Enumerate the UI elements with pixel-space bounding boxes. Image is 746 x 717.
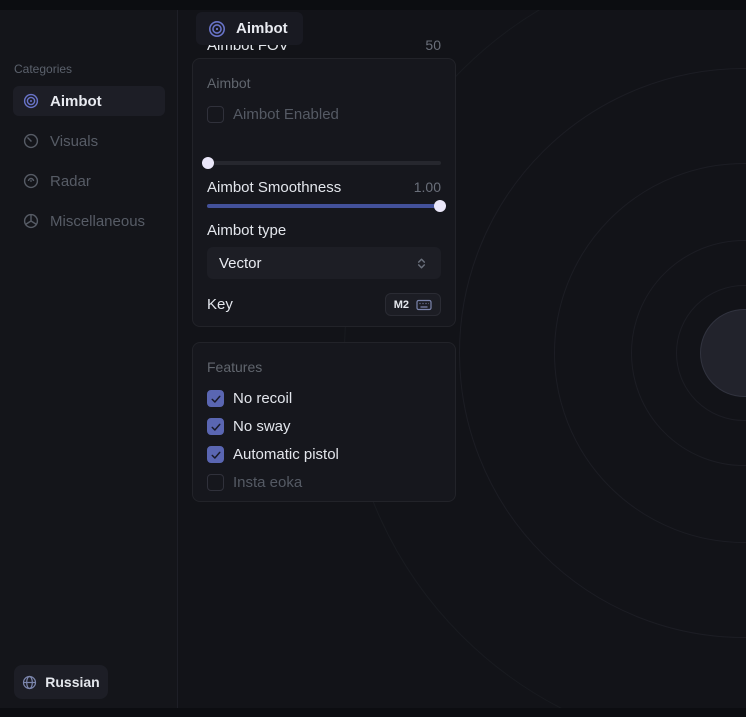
slider-thumb[interactable] (202, 157, 214, 169)
aimbot-smoothness-slider[interactable] (207, 200, 441, 212)
sidebar-item-visuals[interactable]: Visuals (13, 126, 165, 156)
insta-eoka-label: Insta eoka (233, 474, 302, 491)
aimbot-enabled-label: Aimbot Enabled (233, 106, 339, 123)
slider-thumb[interactable] (434, 200, 446, 212)
chevron-up-down-icon (414, 256, 429, 271)
keybind-button[interactable]: M2 (385, 293, 441, 316)
automatic-pistol-checkbox[interactable] (207, 446, 224, 463)
no-recoil-label: No recoil (233, 390, 292, 407)
page-title: Aimbot (236, 20, 288, 37)
feature-row-insta-eoka: Insta eoka (207, 474, 441, 491)
page-title-chip: Aimbot (196, 12, 303, 45)
globe-icon (22, 675, 37, 690)
keyboard-icon (416, 297, 432, 313)
slider-track (207, 161, 441, 165)
category-nav: Aimbot Visuals Radar Miscellaneous (13, 86, 165, 246)
sidebar-item-miscellaneous[interactable]: Miscellaneous (13, 206, 165, 236)
language-label: Russian (45, 674, 99, 690)
feature-row-automatic-pistol: Automatic pistol (207, 446, 441, 463)
no-sway-checkbox[interactable] (207, 418, 224, 435)
radar-icon (23, 173, 39, 189)
aimbot-type-label: Aimbot type (207, 222, 286, 239)
aimbot-panel-title: Aimbot (207, 75, 251, 91)
sidebar-item-label: Aimbot (50, 93, 102, 110)
keybind-value: M2 (394, 299, 409, 311)
key-label: Key (207, 296, 233, 313)
language-button[interactable]: Russian (14, 665, 108, 699)
no-sway-label: No sway (233, 418, 291, 435)
aimbot-fov-value: 50 (425, 37, 441, 53)
sidebar-item-aimbot[interactable]: Aimbot (13, 86, 165, 116)
features-panel-title: Features (207, 359, 262, 375)
automatic-pistol-label: Automatic pistol (233, 446, 339, 463)
insta-eoka-checkbox[interactable] (207, 474, 224, 491)
sidebar-item-label: Miscellaneous (50, 213, 145, 230)
cheat-menu-window: Categories Aimbot Visuals Radar Miscella… (0, 10, 746, 708)
aimbot-enabled-checkbox[interactable] (207, 106, 224, 123)
no-recoil-checkbox[interactable] (207, 390, 224, 407)
target-icon (23, 93, 39, 109)
eye-icon (23, 133, 39, 149)
aimbot-enabled-row: Aimbot Enabled (207, 106, 441, 123)
sidebar-item-label: Radar (50, 173, 91, 190)
feature-row-no-recoil: No recoil (207, 390, 441, 407)
slider-track-filled (207, 204, 441, 208)
target-icon (208, 20, 226, 38)
aimbot-type-label-row: Aimbot type (207, 220, 441, 240)
feature-row-no-sway: No sway (207, 418, 441, 435)
aimbot-fov-slider[interactable] (207, 157, 441, 169)
sidebar-item-radar[interactable]: Radar (13, 166, 165, 196)
sidebar-item-label: Visuals (50, 133, 98, 150)
aimbot-smoothness-row: Aimbot Smoothness 1.00 (207, 177, 441, 197)
sidebar: Categories Aimbot Visuals Radar Miscella… (0, 10, 178, 708)
aimbot-type-selected-value: Vector (219, 255, 262, 272)
features-panel: Features No recoil No sway Automatic pis… (192, 342, 456, 502)
globe-icon (23, 213, 39, 229)
key-row: Key M2 (207, 293, 441, 316)
aimbot-panel: Aimbot Aimbot Enabled Aimbot FOV 50 Aimb… (192, 58, 456, 327)
aimbot-smoothness-label: Aimbot Smoothness (207, 179, 341, 196)
aimbot-type-select[interactable]: Vector (207, 247, 441, 279)
aimbot-smoothness-value: 1.00 (414, 179, 441, 195)
categories-label: Categories (14, 62, 72, 76)
